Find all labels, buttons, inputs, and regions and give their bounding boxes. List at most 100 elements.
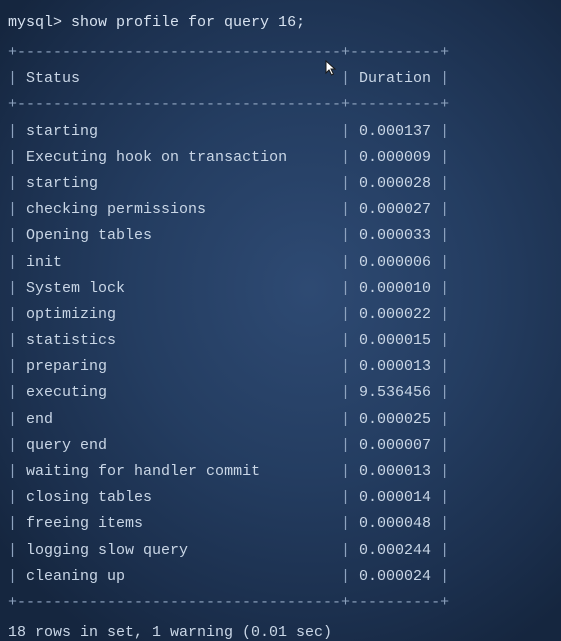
duration-text: 0.000137 xyxy=(359,122,432,140)
status-text: executing xyxy=(26,384,108,402)
terminal-output: mysql> show profile for query 16; +-----… xyxy=(8,14,449,641)
duration-cell: | 0.000244 | xyxy=(341,538,449,564)
status-cell: | checking permissions xyxy=(8,197,341,223)
pipe-separator: | xyxy=(440,541,450,559)
status-text: optimizing xyxy=(26,305,117,323)
pipe-separator: | xyxy=(341,541,351,559)
status-text: waiting for handler commit xyxy=(26,463,261,480)
table-row: | checking permissions | 0.000027 | xyxy=(8,197,449,223)
table-row: | preparing | 0.000013 | xyxy=(8,354,449,380)
pipe-separator: | xyxy=(440,122,450,140)
status-text: Executing hook on transaction xyxy=(26,148,288,166)
pipe-separator: | xyxy=(440,279,450,297)
duration-cell: | 0.000024 | xyxy=(341,564,449,590)
table-row: | Executing hook on transaction | 0.00000… xyxy=(8,145,449,171)
status-cell: | Opening tables xyxy=(8,223,341,249)
status-cell: | query end xyxy=(8,433,341,459)
duration-cell: | 0.000007 | xyxy=(341,433,449,459)
pipe-separator: | xyxy=(341,305,351,323)
duration-text: 0.000027 xyxy=(359,201,432,219)
duration-text: 0.000006 xyxy=(359,253,432,271)
duration-cell: | 0.000014 | xyxy=(341,485,449,511)
pipe-separator: | xyxy=(341,148,351,166)
table-border-top: +------------------------------------+--… xyxy=(8,44,450,61)
table-row: | cleaning up | 0.000024 | xyxy=(8,564,449,590)
status-cell: | System lock xyxy=(8,276,341,302)
table-row: | Opening tables | 0.000033 | xyxy=(8,223,449,249)
duration-cell: | 0.000013 | xyxy=(341,459,449,485)
pipe-separator: | xyxy=(8,463,18,480)
pipe-separator: | xyxy=(8,541,18,559)
pipe-separator: | xyxy=(341,384,351,402)
duration-cell: | 0.000006 | xyxy=(341,250,449,276)
pipe-separator: | xyxy=(341,436,351,454)
pipe-separator: | xyxy=(341,227,351,245)
pipe-separator: | xyxy=(8,70,18,88)
pipe-separator: | xyxy=(440,305,450,323)
duration-cell: | 0.000027 | xyxy=(341,197,449,223)
pipe-separator: | xyxy=(341,332,351,350)
table-row: | System lock | 0.000010 | xyxy=(8,276,449,302)
pipe-separator: | xyxy=(8,253,18,271)
table-body: | starting | 0.000137 | | Executing hook o… xyxy=(8,119,449,590)
header-status: Status xyxy=(26,70,81,88)
pipe-separator: | xyxy=(440,489,450,507)
pipe-separator: | xyxy=(8,436,18,454)
pipe-separator: | xyxy=(341,201,351,219)
table-row: | statistics | 0.000015 | xyxy=(8,328,449,354)
pipe-separator: | xyxy=(440,332,450,350)
pipe-separator: | xyxy=(440,384,450,402)
status-text: freeing items xyxy=(26,515,144,533)
status-cell: | waiting for handler commit xyxy=(8,459,341,485)
duration-text: 0.000010 xyxy=(359,279,432,297)
duration-text: 0.000013 xyxy=(359,358,432,376)
duration-text: 0.000048 xyxy=(359,515,432,533)
duration-text: 0.000025 xyxy=(359,410,432,428)
pipe-separator: | xyxy=(341,122,351,140)
duration-text: 0.000033 xyxy=(359,227,432,245)
pipe-separator: | xyxy=(440,148,450,166)
table-row: | starting | 0.000028 | xyxy=(8,171,449,197)
pipe-separator: | xyxy=(341,567,351,585)
duration-text: 9.536456 xyxy=(359,384,432,402)
pipe-separator: | xyxy=(341,174,351,192)
pipe-separator: | xyxy=(440,358,450,376)
pipe-separator: | xyxy=(341,463,351,480)
status-text: cleaning up xyxy=(26,567,126,585)
duration-cell: | 0.000033 | xyxy=(341,223,449,249)
table-border-mid: +------------------------------------+--… xyxy=(8,96,450,114)
status-cell: | cleaning up xyxy=(8,564,341,590)
table-row: | starting | 0.000137 | xyxy=(8,119,449,145)
duration-text: 0.000028 xyxy=(359,174,432,192)
status-cell: | closing tables xyxy=(8,485,341,511)
header-duration: Duration xyxy=(359,70,432,88)
pipe-separator: | xyxy=(440,567,450,585)
table-header-row: | Status | Duration | xyxy=(8,66,449,92)
pipe-separator: | xyxy=(341,279,351,297)
table-row: | optimizing | 0.000022 | xyxy=(8,302,449,328)
pipe-separator: | xyxy=(440,70,450,88)
pipe-separator: | xyxy=(8,489,18,507)
duration-cell: | 0.000010 | xyxy=(341,276,449,302)
duration-cell: | 0.000025 | xyxy=(341,407,449,433)
pipe-separator: | xyxy=(8,279,18,297)
pipe-separator: | xyxy=(8,227,18,245)
status-text: end xyxy=(26,410,54,428)
status-cell: | preparing xyxy=(8,354,341,380)
pipe-separator: | xyxy=(8,122,18,140)
pipe-separator: | xyxy=(440,410,450,428)
duration-text: 0.000009 xyxy=(359,148,432,166)
status-cell: | starting xyxy=(8,119,341,145)
status-cell: | end xyxy=(8,407,341,433)
status-cell: | Executing hook on transaction xyxy=(8,145,341,171)
table-row: | freeing items | 0.000048 | xyxy=(8,511,449,537)
status-text: starting xyxy=(26,174,99,192)
duration-cell: | 0.000013 | xyxy=(341,354,449,380)
duration-text: 0.000015 xyxy=(359,332,432,350)
status-text: query end xyxy=(26,436,108,454)
terminal-window[interactable]: mysql> show profile for query 16; +-----… xyxy=(0,0,561,641)
pipe-separator: | xyxy=(8,332,18,350)
status-text: statistics xyxy=(26,332,117,350)
pipe-separator: | xyxy=(8,148,18,166)
pipe-separator: | xyxy=(341,358,351,376)
